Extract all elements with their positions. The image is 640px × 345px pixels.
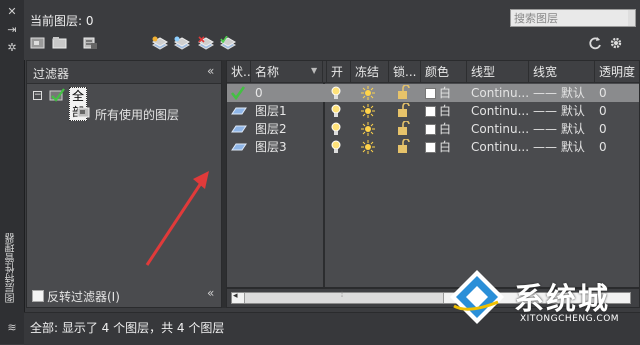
red-arrow-annotation — [145, 171, 209, 266]
autohide-icon[interactable]: ⇥ — [6, 24, 18, 36]
new-layer-vp-frozen-icon[interactable] — [174, 36, 190, 50]
color-swatch — [425, 124, 436, 135]
color-cell[interactable]: 白 — [425, 120, 451, 138]
lightbulb-on-icon[interactable] — [331, 140, 341, 154]
col-transparency[interactable]: 透明度 — [595, 61, 639, 83]
grip-icon: ⦙ — [341, 290, 344, 300]
lineweight-cell[interactable]: —— 默认 — [533, 84, 585, 102]
layer-properties: 白 Continu... —— 默认 0 白 Continu... —— 默认 … — [227, 84, 639, 156]
sun-thaw-icon[interactable] — [361, 140, 375, 154]
new-layer-icon[interactable] — [152, 36, 168, 50]
transparency-cell[interactable]: 0 — [599, 138, 607, 156]
row-props: 白 Continu... —— 默认 0 — [227, 120, 639, 138]
col-status[interactable]: 状... — [227, 61, 251, 83]
unlock-icon[interactable] — [397, 85, 411, 100]
lineweight-cell[interactable]: —— 默认 — [533, 120, 585, 138]
search-input[interactable]: 搜索图层 — [510, 9, 630, 27]
current-layer-label: 当前图层: 0 — [30, 14, 94, 28]
color-name: 白 — [439, 140, 452, 154]
lightbulb-on-icon[interactable] — [331, 122, 341, 136]
linetype-cell[interactable]: Continu... — [471, 138, 529, 156]
unlock-icon[interactable] — [397, 103, 411, 118]
filter-panel-header: 过滤器 « — [27, 61, 221, 84]
linetype-cell[interactable]: Continu... — [471, 120, 529, 138]
status-text: 全部: 显示了 4 个图层，共 4 个图层 — [30, 321, 225, 335]
color-cell[interactable]: 白 — [425, 102, 451, 120]
row-props: 白 Continu... —— 默认 0 — [227, 102, 639, 120]
all-filter-icon — [49, 88, 65, 102]
sun-thaw-icon[interactable] — [361, 122, 375, 136]
sort-arrow-icon: ▼ — [311, 66, 318, 75]
col-lineweight[interactable]: 线宽 — [529, 61, 595, 83]
sun-thaw-icon[interactable] — [361, 104, 375, 118]
invert-filter-checkbox[interactable] — [32, 290, 44, 302]
color-swatch — [425, 88, 436, 99]
color-name: 白 — [439, 104, 452, 118]
lightbulb-on-icon[interactable] — [331, 86, 341, 100]
filter-panel: 过滤器 « − 全部 所有使用的图层 — [26, 60, 222, 308]
settings-gear-icon[interactable] — [608, 36, 624, 50]
lineweight-cell[interactable]: —— 默认 — [533, 102, 585, 120]
layer-states-manager-icon[interactable] — [82, 36, 98, 50]
transparency-cell[interactable]: 0 — [599, 120, 607, 138]
filter-panel-title: 过滤器 — [33, 67, 70, 81]
layer-grid: 状... 名称 开 冻结 锁... 颜色 线型 线宽 透明度 ▼ 0 图层1 图… — [226, 60, 640, 288]
collapse-filter-icon[interactable]: « — [207, 64, 214, 78]
palette-side-strip: ✕ ⇥ ✲ 图层特性管理器 ≋ — [0, 0, 25, 344]
search-button[interactable] — [628, 9, 636, 27]
col-lock[interactable]: 锁... — [389, 61, 421, 83]
color-swatch — [425, 142, 436, 153]
palette-title: 图层特性管理器 — [6, 233, 17, 303]
layer-header: 当前图层: 0 搜索图层 — [24, 0, 640, 60]
palette-icon: ≋ — [7, 321, 17, 334]
new-group-filter-icon[interactable] — [52, 36, 68, 50]
tree-collapse-icon[interactable]: − — [33, 91, 42, 100]
unlock-icon[interactable] — [397, 139, 411, 154]
scroll-left-arrow-icon[interactable]: ◂ — [233, 291, 238, 301]
invert-filter-label: 反转过滤器(I) — [47, 290, 120, 304]
watermark-logo: 系统城 XITONGCHENG.COM — [448, 258, 640, 332]
set-current-icon[interactable] — [220, 36, 236, 50]
lightbulb-on-icon[interactable] — [331, 104, 341, 118]
lineweight-cell[interactable]: —— 默认 — [533, 138, 585, 156]
delete-layer-icon[interactable] — [198, 36, 214, 50]
col-on[interactable]: 开 — [327, 61, 351, 83]
col-linetype[interactable]: 线型 — [467, 61, 529, 83]
color-swatch — [425, 106, 436, 117]
linetype-cell[interactable]: Continu... — [471, 102, 529, 120]
tree-item-used-layers[interactable]: 所有使用的图层 — [95, 106, 179, 123]
transparency-cell[interactable]: 0 — [599, 102, 607, 120]
col-freeze[interactable]: 冻结 — [351, 61, 389, 83]
color-cell[interactable]: 白 — [425, 138, 451, 156]
watermark-subtext: XITONGCHENG.COM — [520, 314, 620, 324]
watermark-diamond-icon — [450, 270, 504, 324]
row-props: 白 Continu... —— 默认 0 — [227, 84, 639, 102]
close-icon[interactable]: ✕ — [6, 6, 18, 18]
new-property-filter-icon[interactable] — [30, 36, 46, 50]
col-color[interactable]: 颜色 — [421, 61, 467, 83]
color-name: 白 — [439, 86, 452, 100]
watermark-text: 系统城 — [514, 282, 610, 317]
linetype-cell[interactable]: Continu... — [471, 84, 529, 102]
transparency-cell[interactable]: 0 — [599, 84, 607, 102]
used-layers-filter-icon — [77, 107, 90, 118]
color-cell[interactable]: 白 — [425, 84, 451, 102]
invert-filter-row: 反转过滤器(I) « — [26, 284, 222, 306]
row-props: 白 Continu... —— 默认 0 — [227, 138, 639, 156]
unlock-icon[interactable] — [397, 121, 411, 136]
color-name: 白 — [439, 122, 452, 136]
sun-thaw-icon[interactable] — [361, 86, 375, 100]
collapse-left-icon[interactable]: « — [207, 286, 214, 300]
refresh-icon[interactable] — [587, 36, 603, 50]
scroll-thumb[interactable]: ⦙ — [244, 290, 444, 303]
properties-icon[interactable]: ✲ — [6, 42, 18, 54]
